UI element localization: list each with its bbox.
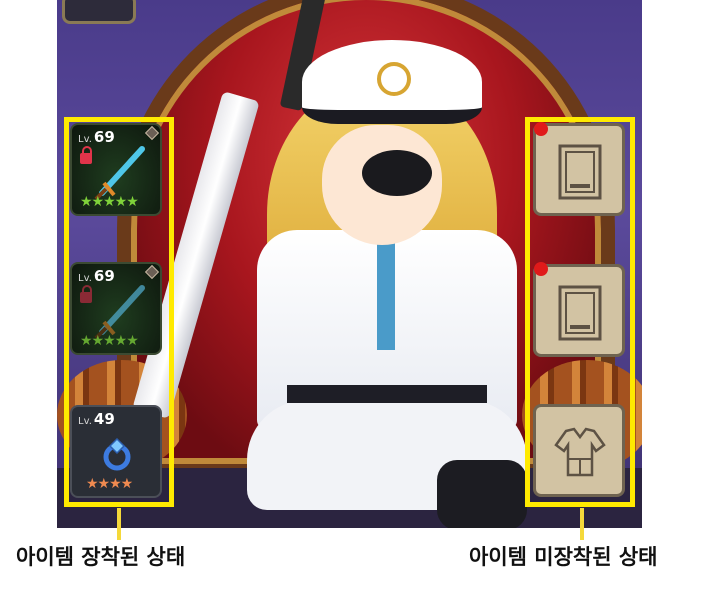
unequipped-items-highlight [525, 117, 635, 507]
character-boot [437, 460, 527, 528]
character-belt [287, 385, 487, 403]
character-eyepatch [362, 150, 432, 196]
caption-pointer-right [580, 508, 584, 540]
cap-badge-icon [377, 62, 411, 96]
caption-pointer-left [117, 508, 121, 540]
equipped-items-highlight [64, 117, 174, 507]
character-illustration [227, 40, 527, 528]
top-menu-button[interactable] [62, 0, 136, 24]
character-tie [377, 240, 395, 350]
unequipped-state-caption: 아이템 미장착된 상태 [469, 545, 658, 569]
equipped-state-caption: 아이템 장착된 상태 [16, 545, 186, 569]
